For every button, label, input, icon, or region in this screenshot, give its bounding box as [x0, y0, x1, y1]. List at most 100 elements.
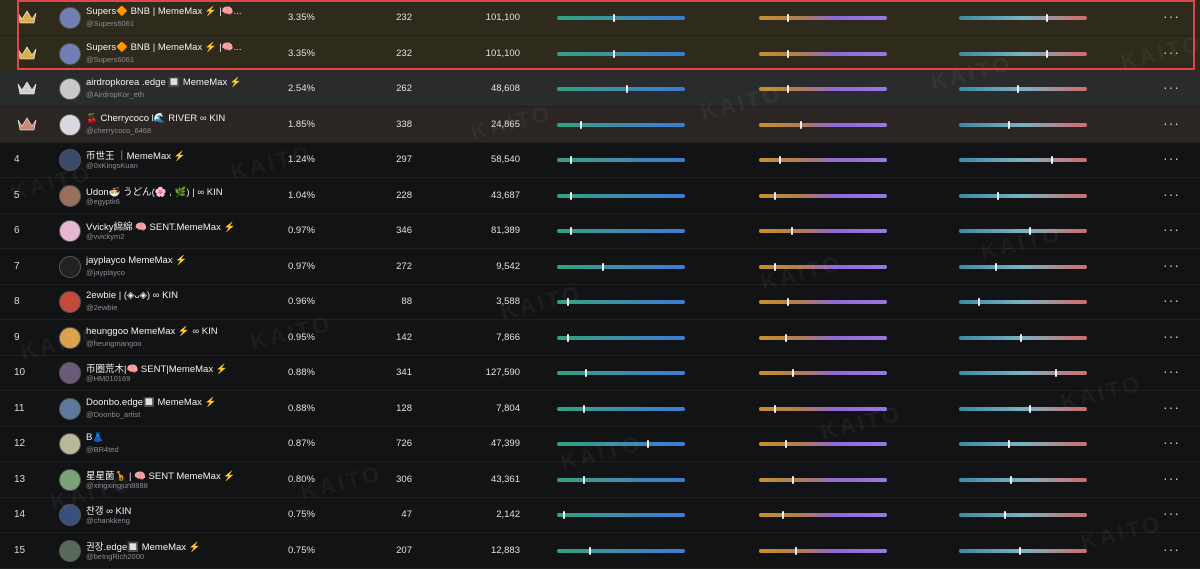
user-handle[interactable]: @BR4ted [86, 445, 119, 454]
post-count: 232 [396, 47, 412, 59]
avatar[interactable] [59, 539, 81, 562]
metric-bar-3 [959, 298, 1087, 306]
user-display-name[interactable]: 2ewbie | (◈ᴗ◈) ∞ KIN [86, 290, 178, 301]
more-options-icon[interactable]: ··· [1163, 71, 1180, 106]
avatar[interactable] [59, 291, 81, 313]
metric-bar-3 [959, 511, 1087, 519]
more-options-icon[interactable]: ··· [1163, 355, 1180, 390]
user-handle[interactable]: @vvickym2 [86, 232, 124, 241]
leaderboard-row[interactable]: 14 찬갱 ∞ KIN @chankkeng 0.75% 47 2,142 ··· [0, 497, 1200, 533]
avatar[interactable] [59, 149, 81, 171]
user-handle[interactable]: @cherrycoco_6468 [86, 126, 151, 135]
user-display-name[interactable]: 🍒 Cherrycoco l🌊 RIVER ∞ KIN [86, 113, 225, 124]
metric-bar-1 [557, 511, 685, 519]
leaderboard-row[interactable]: airdropkorea .edge 🔲 MemeMax ⚡ @AirdropKo… [0, 71, 1200, 107]
user-display-name[interactable]: Vvicky綿綿 🧠 SENT.MemeMax ⚡ [86, 219, 235, 233]
avatar[interactable] [59, 78, 81, 100]
metric-bar-marker [1051, 156, 1054, 164]
user-handle[interactable]: @jayplayco [86, 268, 125, 277]
leaderboard-row[interactable]: 11 Doonbo.edge🔲 MemeMax ⚡ @Doonbo_artist 0.… [0, 391, 1200, 427]
user-handle[interactable]: @chankkeng [86, 516, 130, 525]
leaderboard-row[interactable]: 13 星星菌🦒 | 🧠 SENT MemeMax ⚡ @xingxingjun888… [0, 462, 1200, 498]
leaderboard-row[interactable]: 5 Udon🍜 うどん(🌸 , 🌿) | ∞ KIN @egyptk6 1.04% 22… [0, 178, 1200, 214]
user-display-name[interactable]: jayplayco MemeMax ⚡ [86, 255, 187, 266]
avatar[interactable] [59, 362, 81, 384]
avatar[interactable] [59, 504, 81, 526]
user-display-name[interactable]: Doonbo.edge🔲 MemeMax ⚡ [86, 397, 216, 408]
user-handle[interactable]: @Supers6061 [86, 55, 134, 64]
impressions-count: 101,100 [485, 47, 520, 59]
leaderboard-row[interactable]: 🍒 Cherrycoco l🌊 RIVER ∞ KIN @cherrycoco_6… [0, 106, 1200, 143]
leaderboard-row[interactable]: Supers🔶 BNB | MemeMax ⚡ |🧠... @Supers6061… [0, 35, 1200, 72]
leaderboard-row[interactable]: 7 jayplayco MemeMax ⚡ @jayplayco 0.97% 272 9,… [0, 249, 1200, 285]
post-count: 306 [396, 473, 412, 485]
user-display-name[interactable]: Supers🔶 BNB | MemeMax ⚡ |🧠... [86, 42, 242, 53]
more-options-icon[interactable]: ··· [1163, 497, 1180, 532]
more-options-icon[interactable]: ··· [1163, 0, 1180, 35]
user-display-name[interactable]: Supers🔶 BNB | MemeMax ⚡ |🧠... [86, 6, 242, 17]
metric-bar-marker [978, 298, 981, 306]
more-options-icon[interactable]: ··· [1163, 533, 1180, 568]
user-handle[interactable]: @AirdropKor_eth [86, 90, 144, 99]
metric-bar-marker [1016, 85, 1019, 93]
avatar[interactable] [59, 433, 81, 455]
mindshare-percent: 0.97% [288, 225, 315, 236]
leaderboard-row[interactable]: 10 币圈荒木|🧠 SENT|MemeMax ⚡ @HM010169 0.88% 341… [0, 355, 1200, 391]
avatar[interactable] [59, 42, 81, 65]
more-options-icon[interactable]: ··· [1163, 391, 1180, 426]
avatar[interactable] [59, 7, 81, 29]
user-handle[interactable]: @0xKingsKuan [86, 161, 138, 170]
mindshare-percent: 0.87% [288, 438, 315, 449]
user-handle[interactable]: @egyptk6 [86, 197, 120, 206]
user-display-name[interactable]: heunggoo MemeMax ⚡ ∞ KIN [86, 326, 218, 337]
avatar[interactable] [59, 113, 81, 136]
avatar[interactable] [59, 326, 81, 349]
user-handle[interactable]: @HM010169 [86, 374, 130, 383]
avatar[interactable] [59, 468, 81, 491]
user-handle[interactable]: @heungmangoo [86, 339, 142, 348]
user-handle[interactable]: @xingxingjun8888 [86, 481, 148, 490]
leaderboard-row[interactable]: 9 heunggoo MemeMax ⚡ ∞ KIN @heungmangoo 0.9… [0, 320, 1200, 356]
metric-bar-marker [997, 191, 1000, 200]
avatar[interactable] [59, 184, 81, 207]
user-display-name[interactable]: 币世王 ｜MemeMax ⚡ [86, 148, 185, 162]
user-handle[interactable]: @Supers6061 [86, 19, 134, 28]
more-options-icon[interactable]: ··· [1163, 462, 1180, 497]
user-handle[interactable]: @Doonbo_artist [86, 410, 140, 419]
more-options-icon[interactable]: ··· [1163, 213, 1180, 248]
user-display-name[interactable]: airdropkorea .edge 🔲 MemeMax ⚡ [86, 77, 242, 88]
leaderboard-row[interactable]: 4 币世王 ｜MemeMax ⚡ @0xKingsKuan 1.24% 297 58,54… [0, 142, 1200, 178]
leaderboard-row[interactable]: Supers🔶 BNB | MemeMax ⚡ |🧠... @Supers6061… [0, 0, 1200, 36]
metric-bar-marker [792, 369, 795, 377]
user-display-name[interactable]: 币圈荒木|🧠 SENT|MemeMax ⚡ [86, 361, 228, 375]
user-handle[interactable]: @beIngRich2000 [86, 552, 144, 561]
more-options-icon[interactable]: ··· [1163, 107, 1180, 142]
rank-number: 13 [14, 473, 26, 485]
leaderboard-row[interactable]: 8 2ewbie | (◈ᴗ◈) ∞ KIN @2ewbie 0.96% 88 3,588… [0, 284, 1200, 320]
more-options-icon[interactable]: ··· [1163, 249, 1180, 284]
metric-bar-marker [1007, 440, 1010, 448]
more-options-icon[interactable]: ··· [1163, 142, 1180, 177]
leaderboard-row[interactable]: 6 Vvicky綿綿 🧠 SENT.MemeMax ⚡ @vvickym2 0.97%… [0, 213, 1200, 249]
more-options-icon[interactable]: ··· [1163, 426, 1180, 461]
leaderboard-row[interactable]: 12 B👗 @BR4ted 0.87% 726 47,399 ··· [0, 426, 1200, 462]
post-count: 726 [396, 438, 412, 449]
user-display-name[interactable]: 星星菌🦒 | 🧠 SENT MemeMax ⚡ [86, 468, 235, 482]
metric-bar-marker [613, 14, 616, 22]
user-display-name[interactable]: Udon🍜 うどん(🌸 , 🌿) | ∞ KIN [86, 184, 223, 198]
user-display-name[interactable]: 찬갱 ∞ KIN [86, 503, 131, 517]
avatar[interactable] [59, 220, 81, 242]
metric-bar-2 [759, 14, 887, 22]
metric-bar-marker [569, 156, 572, 164]
more-options-icon[interactable]: ··· [1163, 284, 1180, 319]
metric-bar-marker [601, 262, 604, 271]
avatar[interactable] [59, 397, 81, 420]
user-handle[interactable]: @2ewbie [86, 303, 117, 312]
more-options-icon[interactable]: ··· [1163, 178, 1180, 213]
leaderboard-row[interactable]: 15 권장.edge🔲 MemeMax ⚡ @beIngRich2000 0.75% 2… [0, 533, 1200, 569]
user-display-name[interactable]: 권장.edge🔲 MemeMax ⚡ [86, 539, 201, 553]
user-display-name[interactable]: B👗 [86, 432, 104, 443]
more-options-icon[interactable]: ··· [1163, 36, 1180, 71]
more-options-icon[interactable]: ··· [1163, 320, 1180, 355]
avatar[interactable] [59, 255, 81, 278]
